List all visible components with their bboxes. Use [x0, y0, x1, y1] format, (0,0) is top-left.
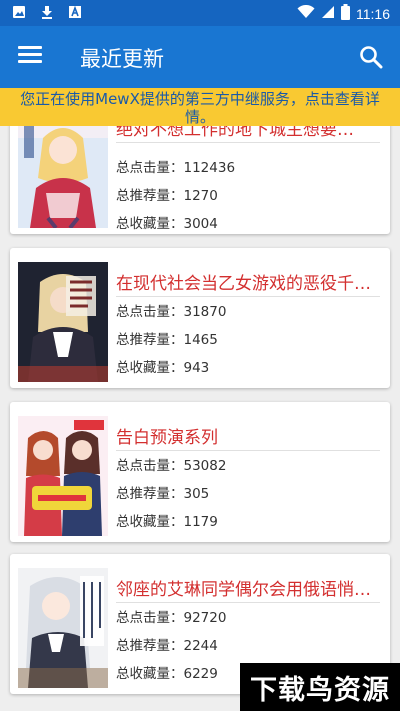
download-icon	[40, 5, 54, 19]
page-title: 最近更新	[80, 47, 164, 71]
novel-cover	[18, 126, 108, 228]
battery-icon	[341, 4, 350, 23]
novel-cover	[18, 568, 108, 688]
novel-card[interactable]: 告白预演系列 总点击量：53082 总推荐量：305 总收藏量：1179	[10, 402, 390, 542]
signal-icon	[321, 5, 335, 22]
novel-title[interactable]: 邻座的艾琳同学偶尔会用俄语悄…	[116, 575, 378, 600]
favorite-count: 总收藏量：6229	[116, 666, 218, 682]
click-count: 总点击量：112436	[116, 160, 236, 176]
menu-icon[interactable]	[18, 46, 42, 68]
relay-service-notice[interactable]: 您正在使用MewX提供的第三方中继服务，点击查看详情。	[0, 88, 400, 126]
favorite-count: 总收藏量：943	[116, 360, 210, 376]
recommend-count: 总推荐量：1465	[116, 332, 218, 348]
recommend-count: 总推荐量：2244	[116, 638, 218, 654]
wifi-icon	[297, 4, 315, 22]
novel-title[interactable]: 绝对不想工作的地下城主想要…	[116, 126, 378, 140]
divider	[116, 142, 380, 143]
status-bar: 11:16	[0, 0, 400, 26]
divider	[116, 450, 380, 451]
search-icon[interactable]	[358, 44, 384, 70]
app-bar: 最近更新	[0, 26, 400, 88]
novel-list[interactable]: 绝对不想工作的地下城主想要… 总点击量：112436 总推荐量：1270 总收藏…	[0, 126, 400, 711]
novel-card[interactable]: 绝对不想工作的地下城主想要… 总点击量：112436 总推荐量：1270 总收藏…	[10, 126, 390, 234]
recommend-count: 总推荐量：305	[116, 486, 210, 502]
click-count: 总点击量：53082	[116, 458, 227, 474]
novel-title[interactable]: 在现代社会当乙女游戏的恶役千…	[116, 269, 378, 294]
recommend-count: 总推荐量：1270	[116, 188, 218, 204]
novel-title[interactable]: 告白预演系列	[116, 423, 378, 448]
status-time: 11:16	[356, 5, 390, 22]
novel-card[interactable]: 在现代社会当乙女游戏的恶役千… 总点击量：31870 总推荐量：1465 总收藏…	[10, 248, 390, 388]
divider	[116, 296, 380, 297]
image-icon	[12, 5, 26, 19]
novel-cover	[18, 416, 108, 536]
click-count: 总点击量：31870	[116, 304, 227, 320]
click-count: 总点击量：92720	[116, 610, 227, 626]
divider	[116, 602, 380, 603]
a-box-icon	[68, 5, 82, 19]
favorite-count: 总收藏量：1179	[116, 514, 218, 530]
watermark-logo: 下载鸟资源	[240, 663, 400, 711]
novel-cover	[18, 262, 108, 382]
favorite-count: 总收藏量：3004	[116, 216, 218, 232]
